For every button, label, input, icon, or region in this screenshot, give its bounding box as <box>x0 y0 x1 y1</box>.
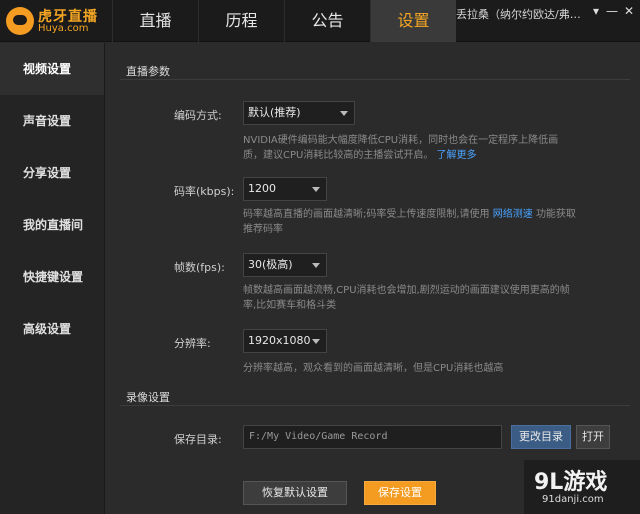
bitrate-hint: 码率越高直播的画面越清晰;码率受上传速度限制,请使用 网络测速 功能获取推荐码率 <box>243 207 578 237</box>
reset-defaults-button[interactable]: 恢复默认设置 <box>243 481 347 505</box>
tab-settings[interactable]: 设置 <box>370 0 456 42</box>
save-dir-label: 保存目录: <box>174 433 222 446</box>
minimize-icon[interactable]: — <box>604 4 620 18</box>
tab-history[interactable]: 历程 <box>198 0 284 42</box>
bitrate-label: 码率(kbps): <box>174 185 235 198</box>
save-dir-input[interactable]: F:/My Video/Game Record <box>243 425 502 449</box>
bitrate-value: 1200 <box>248 182 276 195</box>
resolution-value: 1920x1080 <box>248 334 311 347</box>
site-watermark: 9L游戏 91danji.com <box>524 460 640 514</box>
section-title-live: 直播参数 <box>126 65 170 78</box>
top-bar: 虎牙直播 Huya.com 直播 历程 公告 设置 丢拉桑（纳尔约欧达/弗… ▾… <box>0 0 640 42</box>
encoding-label: 编码方式: <box>174 109 222 122</box>
learn-more-link[interactable]: 了解更多 <box>437 150 477 161</box>
encoding-hint: NVIDIA硬件编码能大幅度降低CPU消耗，同时也会在一定程序上降低画质，建议C… <box>243 133 578 163</box>
sidebar-item-my-room[interactable]: 我的直播间 <box>0 199 104 251</box>
divider <box>120 79 630 80</box>
open-dir-button[interactable]: 打开 <box>576 425 610 449</box>
fps-label: 帧数(fps): <box>174 261 225 274</box>
encoding-select[interactable]: 默认(推荐) <box>243 101 355 125</box>
watermark-url: 91danji.com <box>542 494 604 505</box>
settings-sidebar: 视频设置 声音设置 分享设置 我的直播间 快捷键设置 高级设置 <box>0 43 105 514</box>
chevron-down-icon <box>312 263 320 268</box>
section-title-record: 录像设置 <box>126 391 170 404</box>
resolution-label: 分辨率: <box>174 337 211 350</box>
tab-live[interactable]: 直播 <box>112 0 198 42</box>
huya-logo-icon <box>6 7 34 35</box>
sidebar-item-video[interactable]: 视频设置 <box>0 43 104 95</box>
save-settings-button[interactable]: 保存设置 <box>364 481 436 505</box>
speed-test-link[interactable]: 网络测速 <box>493 209 533 220</box>
divider <box>120 405 630 406</box>
logo-text-en: Huya.com <box>38 23 89 34</box>
settings-content: 直播参数 编码方式: 默认(推荐) NVIDIA硬件编码能大幅度降低CPU消耗，… <box>106 43 640 514</box>
user-name[interactable]: 丢拉桑（纳尔约欧达/弗… <box>456 6 586 22</box>
encoding-value: 默认(推荐) <box>248 106 301 119</box>
watermark-logo: 9L游戏 <box>534 470 608 495</box>
chevron-down-icon <box>312 339 320 344</box>
fps-value: 30(极高) <box>248 258 293 271</box>
close-icon[interactable]: ✕ <box>621 4 637 18</box>
chevron-down-icon <box>312 187 320 192</box>
chevron-down-icon <box>340 111 348 116</box>
tab-notice[interactable]: 公告 <box>284 0 370 42</box>
fps-select[interactable]: 30(极高) <box>243 253 327 277</box>
bitrate-hint-text: 码率越高直播的画面越清晰;码率受上传速度限制,请使用 <box>243 209 490 220</box>
sidebar-item-audio[interactable]: 声音设置 <box>0 95 104 147</box>
bitrate-select[interactable]: 1200 <box>243 177 327 201</box>
sidebar-item-advanced[interactable]: 高级设置 <box>0 303 104 355</box>
resolution-select[interactable]: 1920x1080 <box>243 329 327 353</box>
change-dir-button[interactable]: 更改目录 <box>511 425 571 449</box>
sidebar-item-share[interactable]: 分享设置 <box>0 147 104 199</box>
app-logo[interactable]: 虎牙直播 Huya.com <box>6 5 106 37</box>
encoding-hint-text: NVIDIA硬件编码能大幅度降低CPU消耗，同时也会在一定程序上降低画质，建议C… <box>243 135 559 161</box>
sidebar-item-hotkeys[interactable]: 快捷键设置 <box>0 251 104 303</box>
resolution-hint: 分辨率越高，观众看到的画面越清晰，但是CPU消耗也越高 <box>243 363 504 374</box>
fps-hint: 帧数越高画面越流畅,CPU消耗也会增加,剧烈运动的画面建议使用更高的帧率,比如赛… <box>243 285 570 311</box>
menu-dropdown-icon[interactable]: ▾ <box>588 4 604 18</box>
